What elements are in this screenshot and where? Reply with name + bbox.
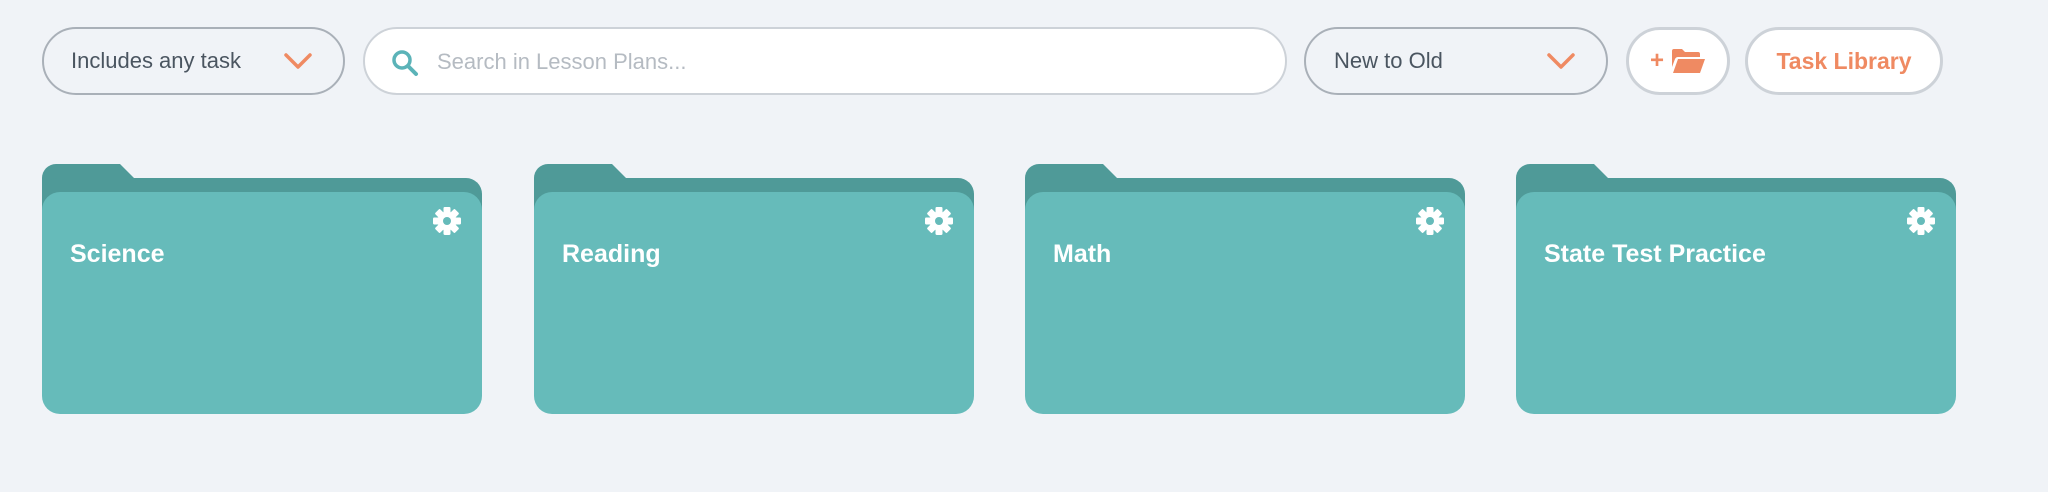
task-library-button[interactable]: Task Library — [1745, 27, 1943, 95]
sort-order-value: New to Old — [1334, 48, 1443, 73]
folder-title: Math — [1053, 240, 1112, 268]
toolbar: Includes any task New to Old + — [0, 0, 2048, 130]
gear-icon[interactable] — [924, 206, 954, 236]
search-icon — [391, 49, 419, 77]
folder-title: Science — [70, 240, 165, 268]
task-filter-select[interactable]: Includes any task — [42, 27, 345, 95]
folder-card-reading[interactable]: Reading — [534, 164, 974, 414]
sort-order-select[interactable]: New to Old — [1304, 27, 1608, 95]
search-box[interactable] — [363, 27, 1287, 95]
folder-front — [1516, 192, 1956, 414]
folder-front — [1025, 192, 1465, 414]
folder-title: State Test Practice — [1544, 240, 1766, 268]
chevron-down-icon — [283, 50, 313, 72]
folder-card-state-test-practice[interactable]: State Test Practice — [1516, 164, 1956, 414]
plus-icon: + — [1649, 47, 1664, 74]
new-folder-button[interactable]: + — [1626, 27, 1730, 95]
gear-icon[interactable] — [432, 206, 462, 236]
task-filter-value: Includes any task — [71, 48, 241, 73]
folder-card-science[interactable]: Science — [42, 164, 482, 414]
folder-open-icon — [1670, 47, 1706, 75]
gear-icon[interactable] — [1415, 206, 1445, 236]
chevron-down-icon — [1546, 50, 1576, 72]
folder-front — [534, 192, 974, 414]
folder-front — [42, 192, 482, 414]
folder-card-math[interactable]: Math — [1025, 164, 1465, 414]
search-input[interactable] — [435, 29, 1259, 95]
gear-icon[interactable] — [1906, 206, 1936, 236]
folder-title: Reading — [562, 240, 661, 268]
